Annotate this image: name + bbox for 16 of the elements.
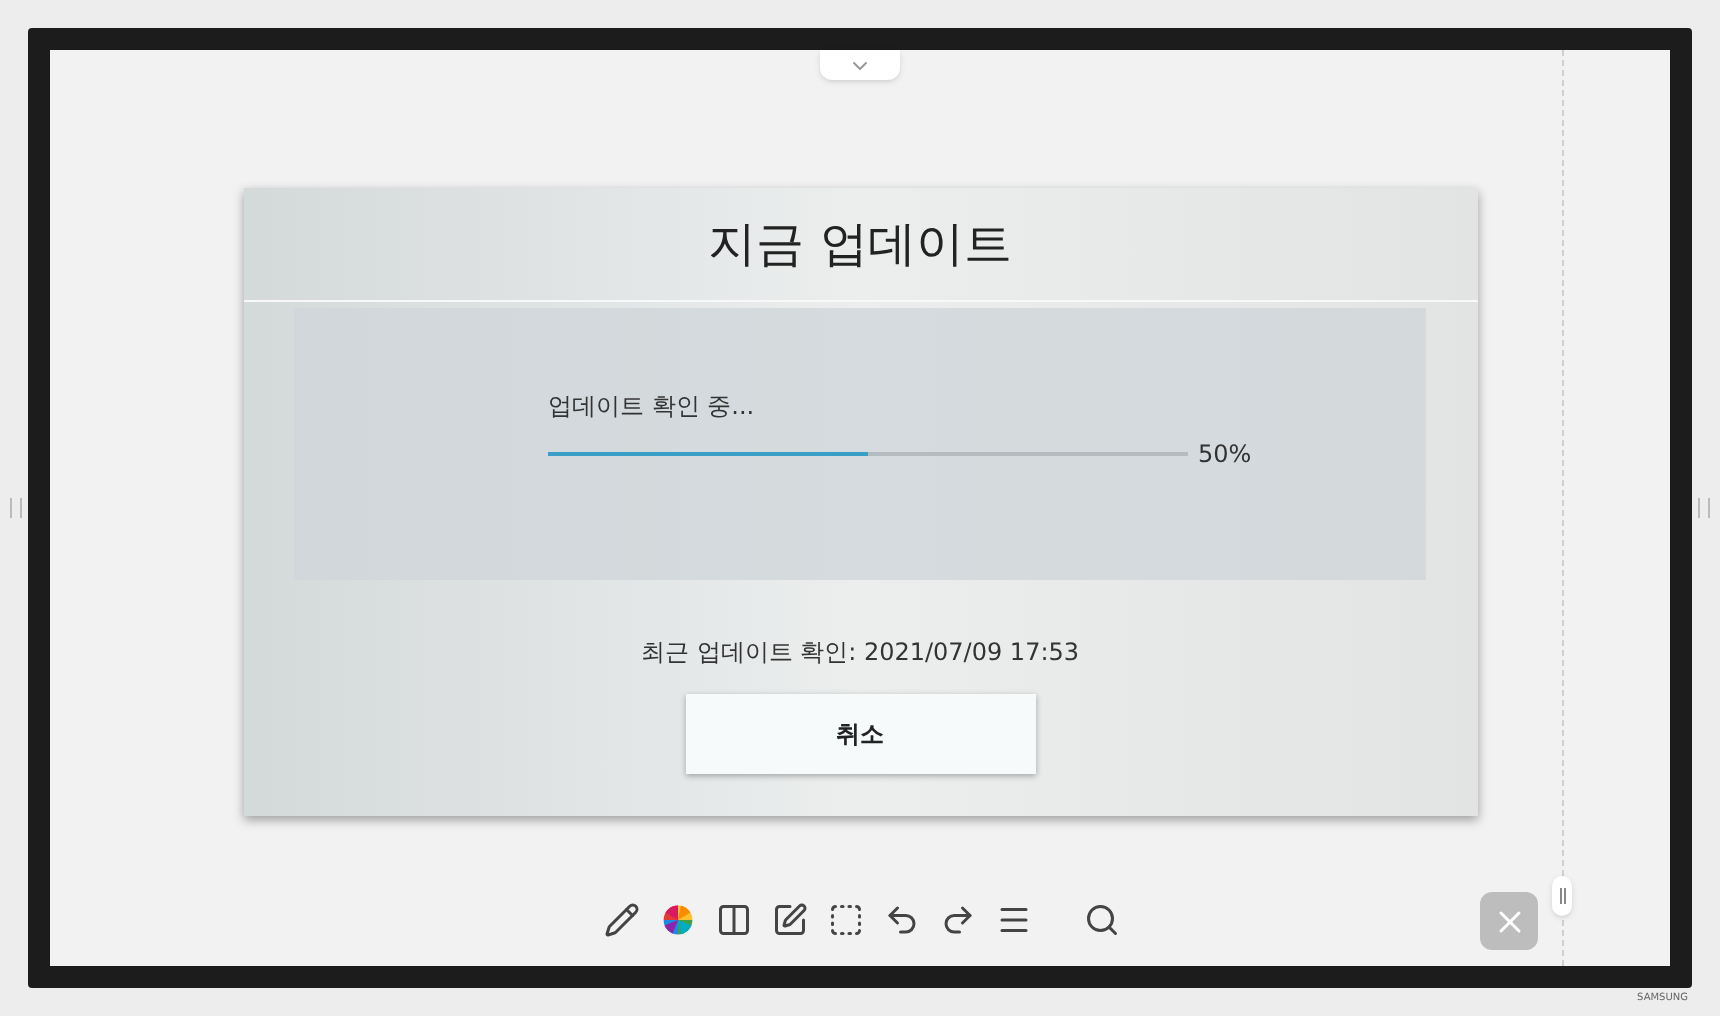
- note-edit-icon[interactable]: [772, 902, 808, 938]
- redo-icon[interactable]: [940, 902, 976, 938]
- pencil-icon[interactable]: [604, 902, 640, 938]
- selection-icon[interactable]: [828, 902, 864, 938]
- cancel-button[interactable]: 취소: [685, 694, 1035, 774]
- dialog-title: 지금 업데이트: [708, 214, 1012, 276]
- side-handle-icon: [10, 498, 22, 518]
- search-icon[interactable]: [1084, 902, 1120, 938]
- menu-icon[interactable]: [996, 902, 1032, 938]
- last-check-text: 최근 업데이트 확인: 2021/07/09 17:53: [640, 636, 1080, 670]
- progress-percent: 50%: [1198, 438, 1252, 472]
- side-handle-icon: [1698, 498, 1710, 518]
- side-grip-handle[interactable]: [1552, 876, 1572, 916]
- color-wheel-icon[interactable]: [660, 902, 696, 938]
- progress-label: 업데이트 확인 중...: [548, 390, 757, 424]
- undo-icon[interactable]: [884, 902, 920, 938]
